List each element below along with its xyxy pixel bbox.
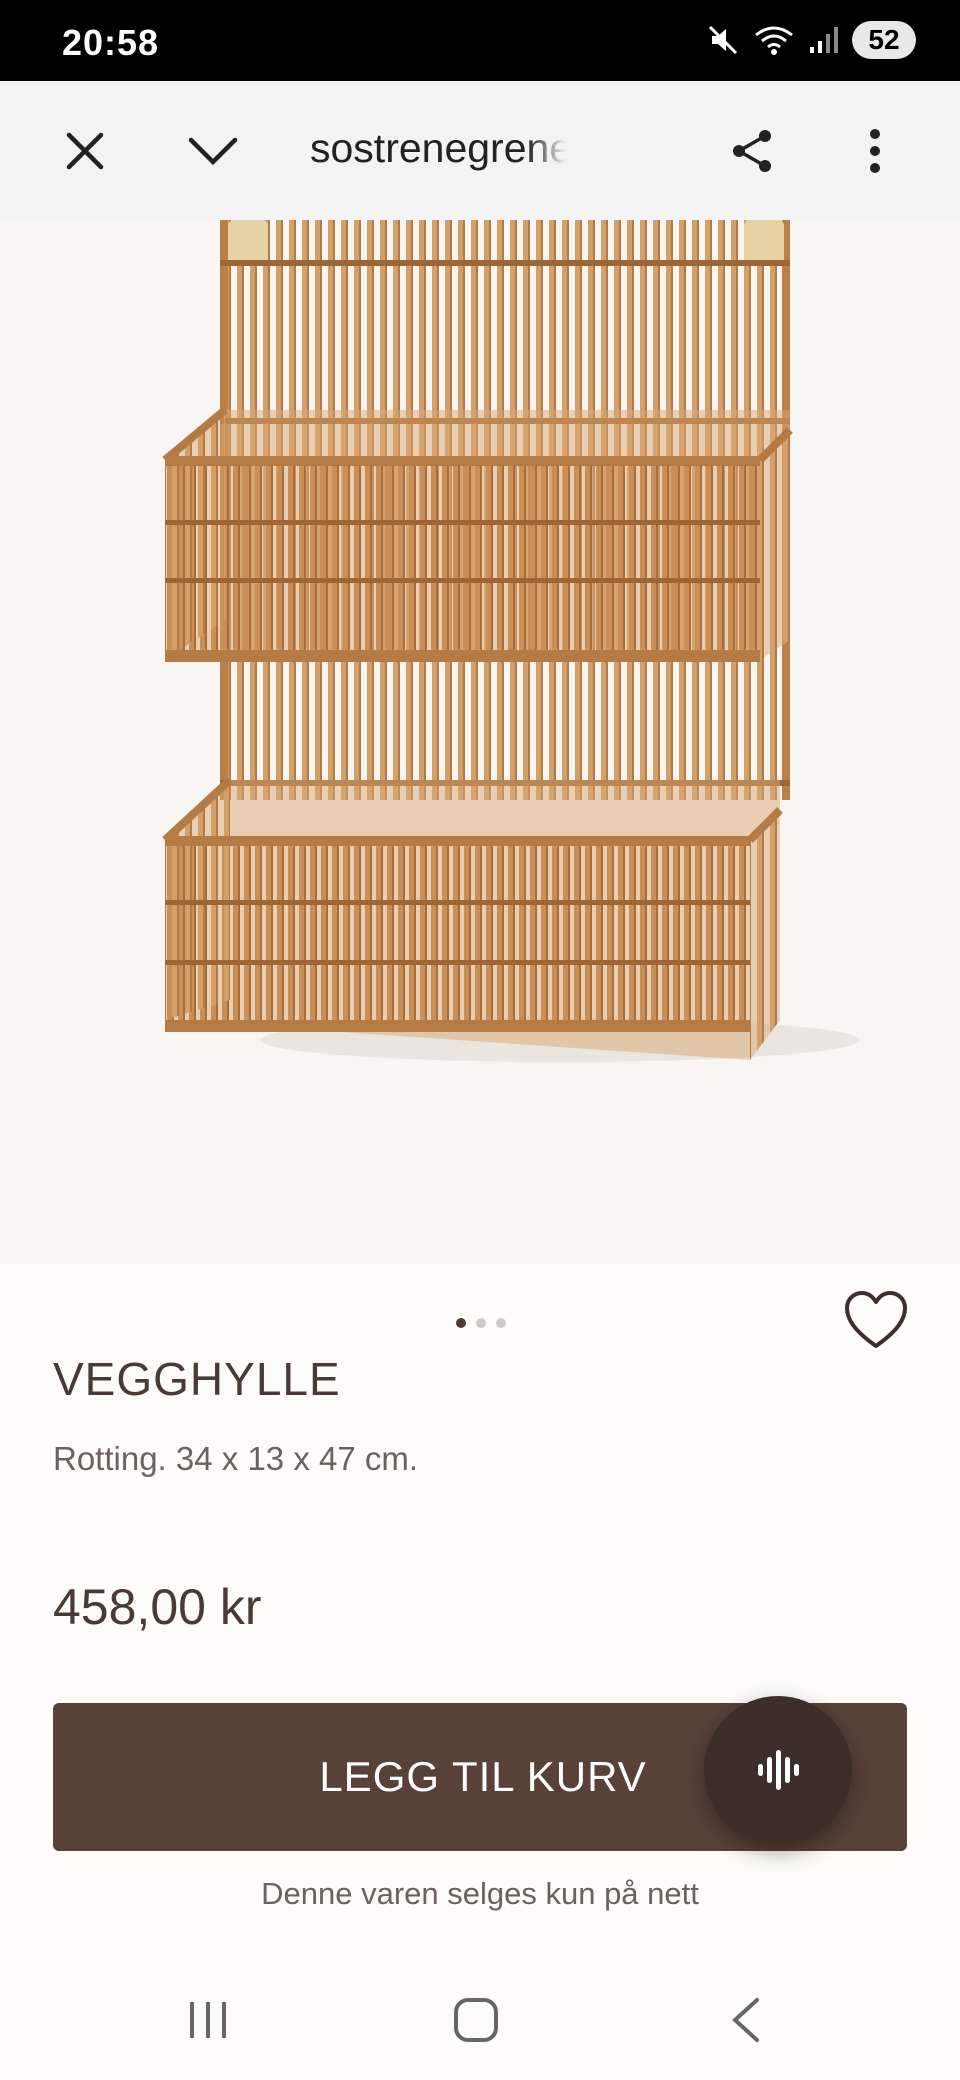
battery-icon: 52 bbox=[852, 21, 916, 59]
rattan-shelf-image bbox=[162, 220, 860, 1062]
share-icon[interactable] bbox=[717, 116, 787, 186]
status-bar: 20:58 52 bbox=[0, 0, 960, 81]
voice-assistant-button[interactable] bbox=[704, 1696, 852, 1844]
url-field[interactable]: sostrenegrene bbox=[310, 125, 566, 185]
browser-toolbar: sostrenegrene bbox=[0, 81, 960, 220]
gallery-dot[interactable] bbox=[476, 1318, 486, 1328]
home-icon[interactable] bbox=[436, 1990, 516, 2050]
favorite-heart-icon[interactable] bbox=[843, 1290, 909, 1350]
audio-wave-icon bbox=[758, 1750, 799, 1790]
system-nav-bar bbox=[0, 1960, 960, 2080]
gallery-dot[interactable] bbox=[496, 1318, 506, 1328]
close-icon[interactable] bbox=[50, 116, 120, 186]
recent-apps-icon[interactable] bbox=[168, 1990, 248, 2050]
gallery-dot[interactable] bbox=[456, 1318, 466, 1328]
wifi-icon bbox=[755, 26, 793, 55]
back-icon[interactable] bbox=[706, 1990, 786, 2050]
product-image[interactable] bbox=[0, 220, 960, 1264]
mute-icon bbox=[708, 25, 738, 55]
more-vert-icon[interactable] bbox=[840, 116, 910, 186]
product-description: Rotting. 34 x 13 x 47 cm. bbox=[53, 1440, 419, 1477]
signal-icon bbox=[810, 27, 838, 53]
product-title: VEGGHYLLE bbox=[53, 1353, 341, 1405]
gallery-indicator bbox=[456, 1318, 506, 1328]
product-price: 458,00 kr bbox=[53, 1579, 262, 1635]
status-time: 20:58 bbox=[62, 22, 160, 63]
online-only-note: Denne varen selges kun på nett bbox=[261, 1876, 699, 1911]
status-icons: 52 bbox=[706, 18, 916, 62]
chevron-down-icon[interactable] bbox=[178, 116, 248, 186]
